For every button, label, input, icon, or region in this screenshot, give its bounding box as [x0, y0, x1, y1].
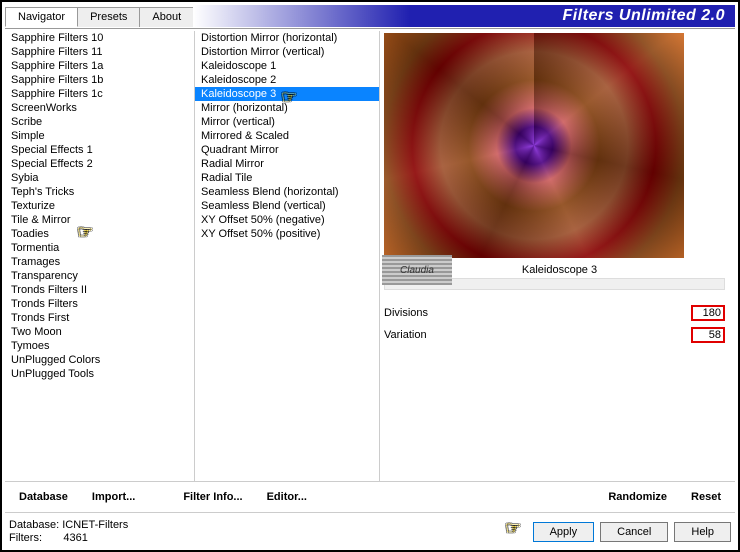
category-item[interactable]: Sapphire Filters 10 [5, 31, 194, 45]
database-button[interactable]: Database [9, 488, 78, 506]
param-divisions: Divisions [384, 304, 725, 322]
category-item[interactable]: UnPlugged Colors [5, 353, 194, 367]
category-item[interactable]: Scribe [5, 115, 194, 129]
category-item[interactable]: Tymoes [5, 339, 194, 353]
filter-item[interactable]: Radial Tile [195, 171, 379, 185]
param-divisions-value[interactable] [691, 305, 725, 321]
filter-item[interactable]: Mirror (horizontal) [195, 101, 379, 115]
category-item[interactable]: Transparency [5, 269, 194, 283]
filter-item[interactable]: Distortion Mirror (vertical) [195, 45, 379, 59]
category-item[interactable]: Tormentia [5, 241, 194, 255]
main-panel: Sapphire Filters 10Sapphire Filters 11Sa… [5, 31, 735, 481]
filter-item[interactable]: Seamless Blend (horizontal) [195, 185, 379, 199]
category-item[interactable]: Toadies [5, 227, 194, 241]
preview-image [384, 33, 684, 258]
import-button[interactable]: Import... [82, 488, 145, 506]
tab-about[interactable]: About [139, 7, 194, 27]
watermark: Claudia [382, 255, 452, 285]
filter-item[interactable]: Kaleidoscope 1 [195, 59, 379, 73]
param-variation: Variation [384, 326, 725, 344]
category-item[interactable]: ScreenWorks [5, 101, 194, 115]
category-item[interactable]: UnPlugged Tools [5, 367, 194, 381]
cancel-button[interactable]: Cancel [600, 522, 668, 542]
randomize-button[interactable]: Randomize [598, 488, 677, 506]
apply-button[interactable]: Apply [533, 522, 595, 542]
category-item[interactable]: Simple [5, 129, 194, 143]
help-button[interactable]: Help [674, 522, 731, 542]
category-item[interactable]: Sapphire Filters 11 [5, 45, 194, 59]
header-bar: Navigator Presets About Filters Unlimite… [5, 5, 735, 27]
category-item[interactable]: Special Effects 2 [5, 157, 194, 171]
category-item[interactable]: Texturize [5, 199, 194, 213]
category-item[interactable]: Sapphire Filters 1c [5, 87, 194, 101]
filter-item[interactable]: Seamless Blend (vertical) [195, 199, 379, 213]
category-item[interactable]: Sapphire Filters 1a [5, 59, 194, 73]
category-item[interactable]: Tile & Mirror [5, 213, 194, 227]
category-list[interactable]: Sapphire Filters 10Sapphire Filters 11Sa… [5, 31, 195, 481]
category-item[interactable]: Special Effects 1 [5, 143, 194, 157]
params-area: Divisions Variation [384, 300, 735, 348]
tab-navigator[interactable]: Navigator [5, 7, 78, 27]
category-item[interactable]: Sybia [5, 171, 194, 185]
filter-item[interactable]: XY Offset 50% (positive) [195, 227, 379, 241]
filter-item[interactable]: Kaleidoscope 3 [195, 87, 379, 101]
filter-item[interactable]: Mirror (vertical) [195, 115, 379, 129]
filter-item[interactable]: Mirrored & Scaled [195, 129, 379, 143]
category-item[interactable]: Teph's Tricks [5, 185, 194, 199]
filter-info-button[interactable]: Filter Info... [173, 488, 252, 506]
tab-presets[interactable]: Presets [77, 7, 140, 27]
filter-item[interactable]: Radial Mirror [195, 157, 379, 171]
mid-button-row: Database Import... Filter Info... Editor… [5, 481, 735, 512]
app-title: Filters Unlimited 2.0 [193, 5, 735, 27]
reset-button[interactable]: Reset [681, 488, 731, 506]
category-item[interactable]: Tramages [5, 255, 194, 269]
footer-row: Database: ICNET-Filters Filters: 4361 Ap… [5, 512, 735, 551]
category-item[interactable]: Two Moon [5, 325, 194, 339]
editor-button[interactable]: Editor... [257, 488, 317, 506]
param-variation-value[interactable] [691, 327, 725, 343]
category-item[interactable]: Tronds Filters [5, 297, 194, 311]
param-variation-label: Variation [384, 329, 427, 341]
tab-strip: Navigator Presets About [5, 7, 193, 27]
filter-item[interactable]: Quadrant Mirror [195, 143, 379, 157]
status-text: Database: ICNET-Filters Filters: 4361 [9, 519, 128, 545]
filter-list[interactable]: Distortion Mirror (horizontal)Distortion… [195, 31, 380, 481]
category-item[interactable]: Tronds First [5, 311, 194, 325]
category-item[interactable]: Tronds Filters II [5, 283, 194, 297]
filter-item[interactable]: Kaleidoscope 2 [195, 73, 379, 87]
filter-item[interactable]: Distortion Mirror (horizontal) [195, 31, 379, 45]
filter-item[interactable]: XY Offset 50% (negative) [195, 213, 379, 227]
param-divisions-label: Divisions [384, 307, 428, 319]
category-item[interactable]: Sapphire Filters 1b [5, 73, 194, 87]
